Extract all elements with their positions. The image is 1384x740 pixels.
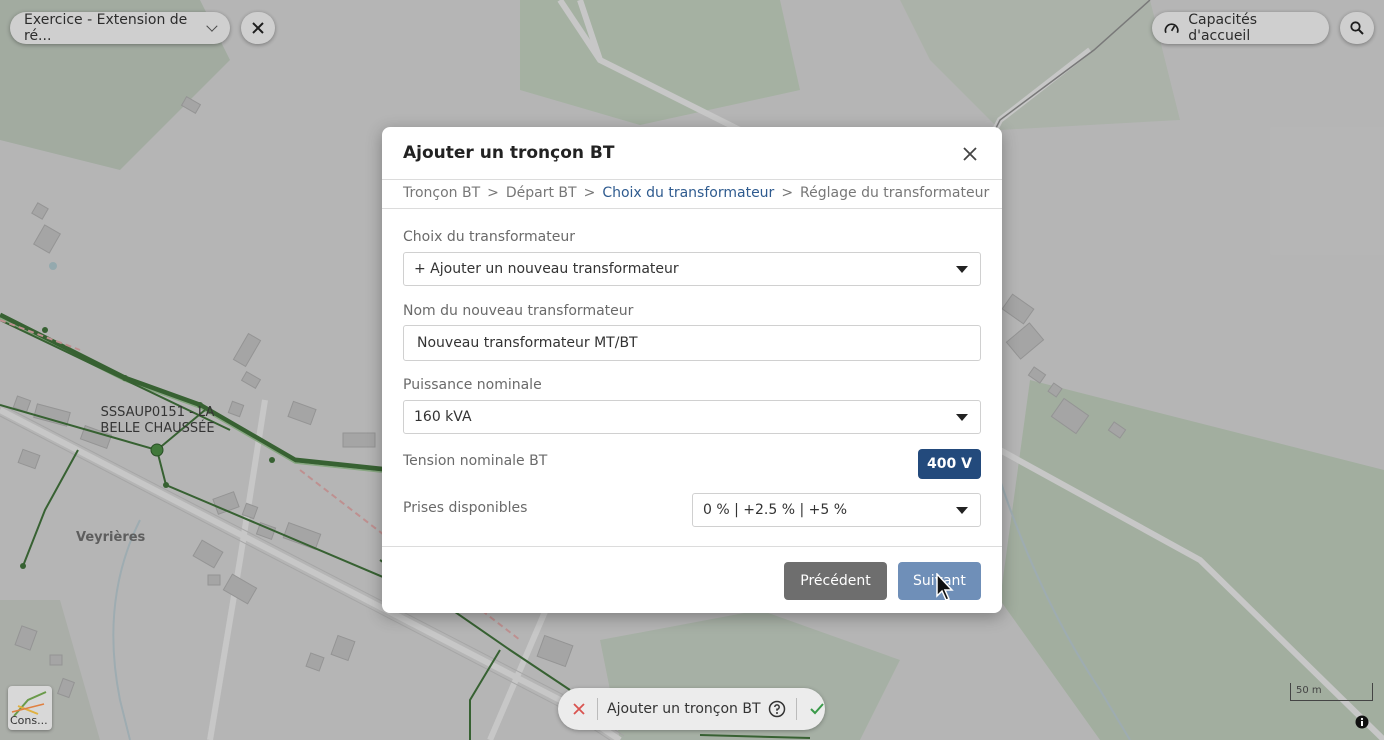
dropdown-arrow-icon bbox=[956, 507, 968, 514]
previous-button[interactable]: Précédent bbox=[784, 562, 887, 600]
nominal-voltage-label: Tension nominale BT bbox=[403, 453, 548, 469]
available-taps-value: 0 % | +2.5 % | +5 % bbox=[703, 502, 848, 518]
mouse-cursor-icon bbox=[936, 573, 954, 601]
available-taps-label: Prises disponibles bbox=[403, 500, 528, 516]
nominal-voltage-badge: 400 V bbox=[918, 449, 981, 479]
layer-switcher-label: Cons... bbox=[10, 714, 48, 727]
breadcrumb-separator: > bbox=[487, 185, 499, 201]
help-icon[interactable] bbox=[768, 700, 786, 718]
transformer-name-label: Nom du nouveau transformateur bbox=[403, 303, 634, 319]
breadcrumb-separator: > bbox=[781, 185, 794, 201]
transformer-name-input[interactable]: Nouveau transformateur MT/BT bbox=[403, 325, 981, 361]
separator bbox=[597, 698, 598, 720]
transformer-choice-select[interactable]: + Ajouter un nouveau transformateur bbox=[403, 252, 981, 286]
breadcrumb-step-transformer-settings[interactable]: Réglage du transformateur bbox=[800, 185, 989, 201]
transformer-choice-value: + Ajouter un nouveau transformateur bbox=[414, 261, 679, 277]
dialog-title: Ajouter un tronçon BT bbox=[403, 143, 615, 163]
nominal-power-value: 160 kVA bbox=[414, 409, 472, 425]
breadcrumb-step-feeder[interactable]: Départ BT bbox=[506, 185, 577, 201]
dialog-close-icon[interactable] bbox=[960, 144, 980, 164]
nominal-power-select[interactable]: 160 kVA bbox=[403, 400, 981, 434]
dropdown-arrow-icon bbox=[956, 266, 968, 273]
dropdown-arrow-icon bbox=[956, 414, 968, 421]
confirm-icon[interactable] bbox=[809, 703, 824, 715]
divider bbox=[382, 546, 1002, 547]
transformer-choice-label: Choix du transformateur bbox=[403, 229, 575, 245]
cancel-icon[interactable] bbox=[573, 703, 585, 715]
info-icon[interactable] bbox=[1355, 715, 1369, 729]
divider bbox=[382, 179, 1002, 180]
breadcrumb-separator: > bbox=[583, 185, 596, 201]
layer-switcher[interactable]: Cons... bbox=[8, 686, 52, 730]
available-taps-select[interactable]: 0 % | +2.5 % | +5 % bbox=[692, 493, 981, 527]
breadcrumb: Tronçon BT > Départ BT > Choix du transf… bbox=[403, 185, 989, 201]
breadcrumb-step-section[interactable]: Tronçon BT bbox=[403, 185, 480, 201]
action-bar: Ajouter un tronçon BT bbox=[558, 688, 825, 730]
scale-bar: 50 m bbox=[1290, 683, 1373, 701]
nominal-power-label: Puissance nominale bbox=[403, 377, 542, 393]
separator bbox=[795, 698, 797, 720]
add-section-dialog: Ajouter un tronçon BT Tronçon BT > Dépar… bbox=[382, 127, 1002, 613]
action-bar-label: Ajouter un tronçon BT bbox=[607, 701, 761, 717]
divider bbox=[382, 208, 1002, 209]
breadcrumb-step-transformer-choice[interactable]: Choix du transformateur bbox=[602, 185, 774, 201]
transformer-name-value: Nouveau transformateur MT/BT bbox=[417, 335, 638, 351]
